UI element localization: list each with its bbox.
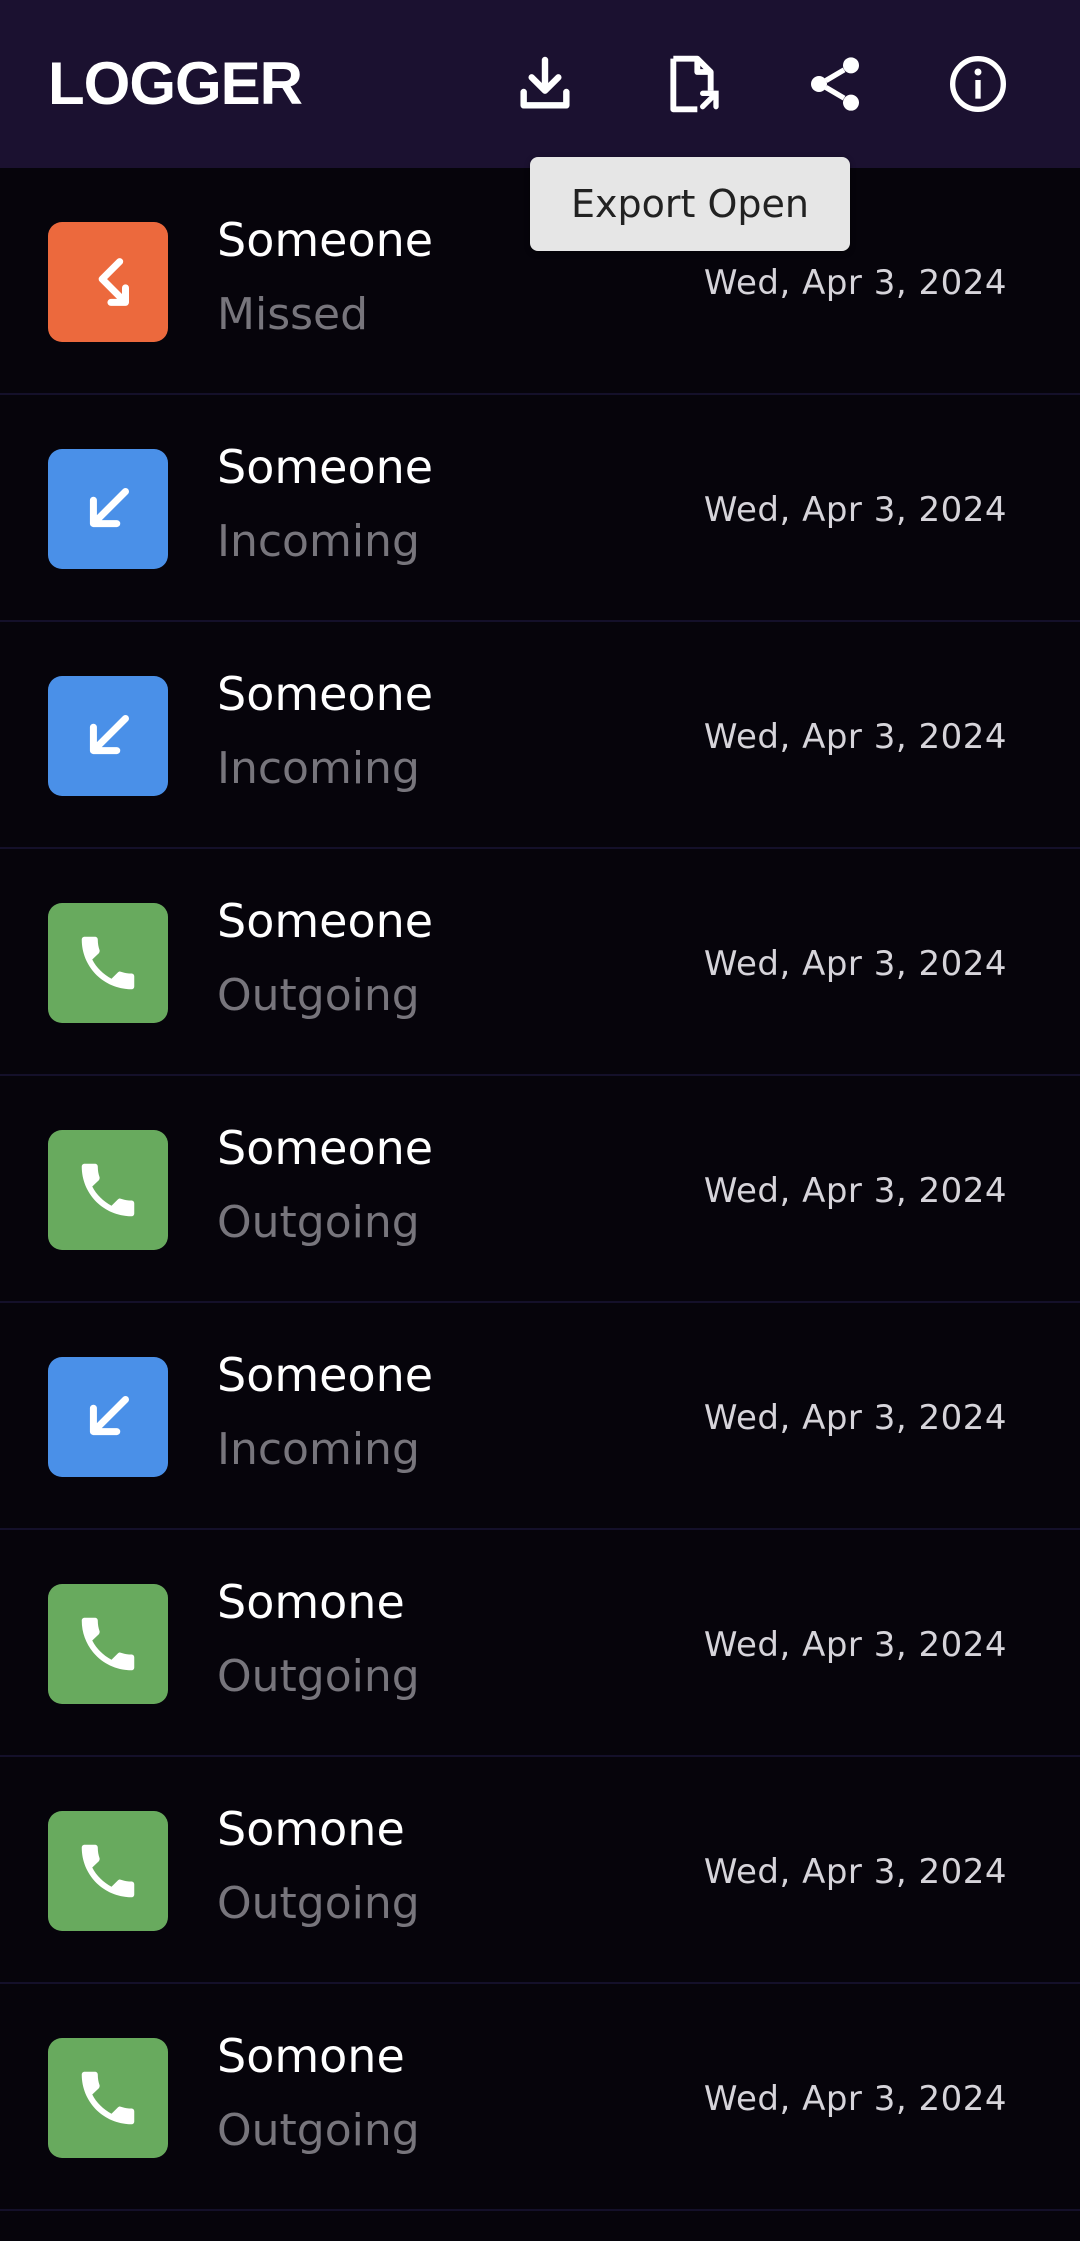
call-log-item[interactable]: Somone Outgoing Wed, Apr 3, 2024 (0, 1530, 1080, 1757)
caller-name: Someone (217, 213, 434, 267)
call-log-item[interactable]: Someone Incoming Wed, Apr 3, 2024 (0, 1303, 1080, 1530)
app-title: LOGGER (48, 50, 303, 117)
caller-name: Somone (217, 1575, 405, 1629)
phone-icon (48, 1130, 168, 1250)
call-log-list: Someone Missed Wed, Apr 3, 2024 Someone … (0, 168, 1080, 2211)
call-date: Wed, Apr 3, 2024 (703, 717, 1007, 757)
call-type: Outgoing (217, 1878, 420, 1929)
info-icon (950, 56, 1006, 112)
call-date: Wed, Apr 3, 2024 (703, 1398, 1007, 1438)
incoming-call-icon (48, 1357, 168, 1477)
call-log-item[interactable]: Someone Outgoing Wed, Apr 3, 2024 (0, 849, 1080, 1076)
caller-name: Someone (217, 1121, 434, 1175)
export-open-tooltip: Export Open (530, 157, 850, 251)
share-icon (811, 57, 859, 111)
caller-name: Someone (217, 440, 434, 494)
file-open-icon (670, 55, 719, 113)
call-log-item[interactable]: Someone Incoming Wed, Apr 3, 2024 (0, 622, 1080, 849)
top-app-bar: LOGGER (0, 0, 1080, 168)
call-type: Incoming (217, 516, 420, 567)
call-type: Missed (217, 289, 369, 340)
call-log-item[interactable]: Somone Outgoing Wed, Apr 3, 2024 (0, 1757, 1080, 1984)
call-type: Outgoing (217, 1197, 420, 1248)
call-date: Wed, Apr 3, 2024 (703, 2079, 1007, 2119)
call-date: Wed, Apr 3, 2024 (703, 944, 1007, 984)
caller-name: Someone (217, 894, 434, 948)
call-type: Outgoing (217, 970, 420, 1021)
caller-name: Someone (217, 1348, 434, 1402)
call-type: Outgoing (217, 2105, 420, 2156)
call-type: Incoming (217, 743, 420, 794)
phone-icon (48, 1811, 168, 1931)
caller-name: Somone (217, 1802, 405, 1856)
app-screen: LOGGER Export Open Someone Missed Wed, A… (0, 0, 1080, 2241)
download-button[interactable] (505, 44, 585, 124)
phone-icon (48, 2038, 168, 2158)
phone-icon (48, 903, 168, 1023)
phone-icon (48, 1584, 168, 1704)
call-log-item[interactable]: Someone Incoming Wed, Apr 3, 2024 (0, 395, 1080, 622)
call-log-item[interactable]: Someone Outgoing Wed, Apr 3, 2024 (0, 1076, 1080, 1303)
export-open-button[interactable] (652, 44, 732, 124)
share-button[interactable] (795, 44, 875, 124)
info-button[interactable] (938, 44, 1018, 124)
call-date: Wed, Apr 3, 2024 (703, 1852, 1007, 1892)
call-date: Wed, Apr 3, 2024 (703, 1171, 1007, 1211)
call-type: Incoming (217, 1424, 420, 1475)
missed-call-icon (48, 222, 168, 342)
call-date: Wed, Apr 3, 2024 (703, 263, 1007, 303)
call-log-item[interactable]: Somone Outgoing Wed, Apr 3, 2024 (0, 1984, 1080, 2211)
caller-name: Somone (217, 2029, 405, 2083)
call-date: Wed, Apr 3, 2024 (703, 490, 1007, 530)
download-icon (520, 56, 570, 109)
caller-name: Someone (217, 667, 434, 721)
incoming-call-icon (48, 449, 168, 569)
incoming-call-icon (48, 676, 168, 796)
call-date: Wed, Apr 3, 2024 (703, 1625, 1007, 1665)
call-type: Outgoing (217, 1651, 420, 1702)
